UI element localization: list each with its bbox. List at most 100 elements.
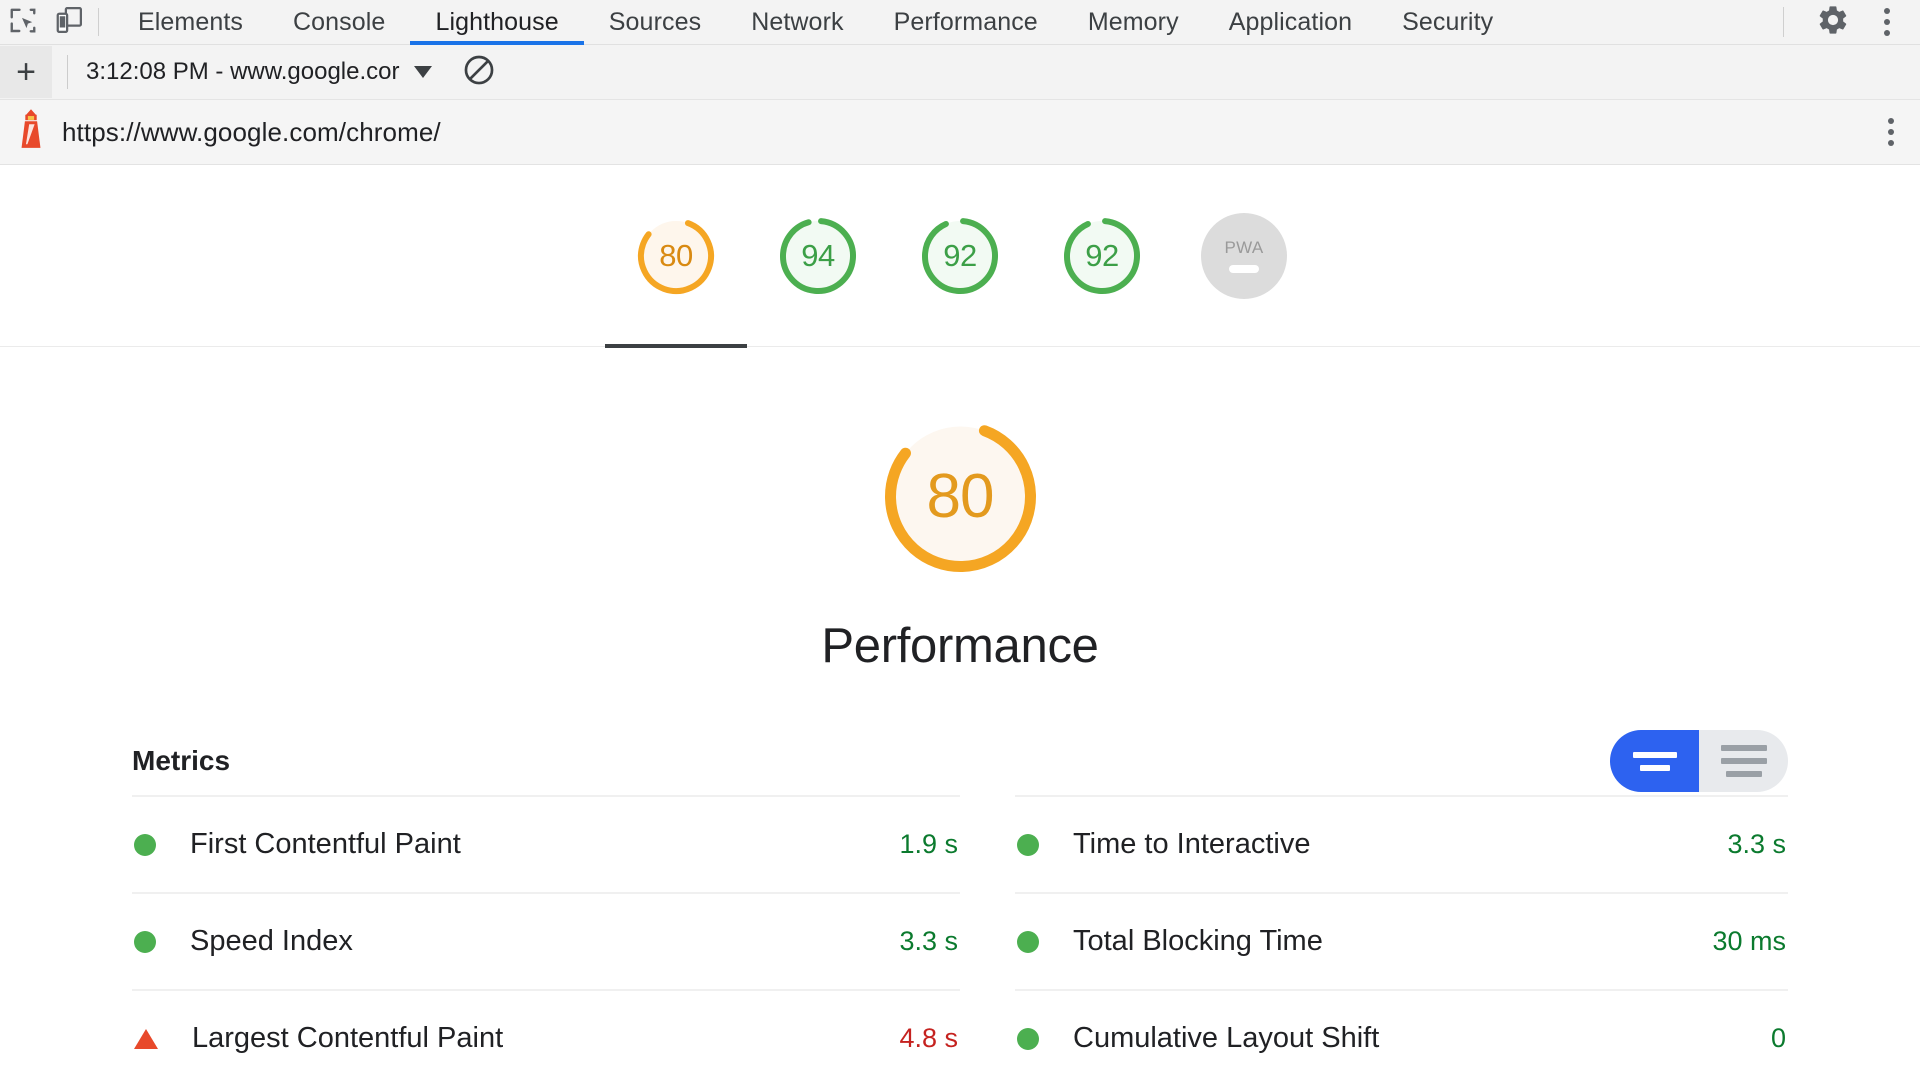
metrics-heading: Metrics — [132, 745, 231, 776]
gauge-nav-seo[interactable]: 92 — [1031, 165, 1173, 347]
tab-memory[interactable]: Memory — [1063, 0, 1204, 45]
gauge-score: 94 — [801, 237, 835, 273]
status-pass-icon — [1017, 930, 1039, 953]
gauge-score: 92 — [1085, 237, 1119, 273]
pwa-null-dash-icon — [1229, 265, 1259, 273]
run-bar-divider — [67, 55, 68, 89]
toggle-bar — [1725, 771, 1762, 777]
more-vertical-icon — [1884, 8, 1890, 36]
metric-row[interactable]: Speed Index 3.3 s — [132, 892, 960, 989]
clear-report-icon — [462, 53, 496, 92]
metric-name: Time to Interactive — [1073, 828, 1311, 860]
tab-network[interactable]: Network — [726, 0, 868, 45]
new-audit-button[interactable]: + — [0, 46, 52, 98]
pwa-gauge: PWA — [1201, 212, 1287, 299]
pwa-label: PWA — [1224, 238, 1264, 257]
metric-value: 4.8 s — [899, 1023, 958, 1053]
metrics-grid: First Contentful Paint 1.9 s Speed Index… — [132, 795, 1788, 1080]
metric-name: First Contentful Paint — [190, 828, 461, 860]
report-selector-label: 3:12:08 PM - www.google.cor — [86, 58, 400, 85]
lighthouse-logo-icon — [15, 108, 47, 157]
tab-elements[interactable]: Elements — [113, 0, 268, 45]
inspect-element-button[interactable] — [0, 0, 46, 44]
tab-label: Network — [751, 7, 844, 36]
mini-gauge: 94 — [775, 213, 861, 299]
toolbar-divider — [1783, 7, 1784, 37]
toolbar-right-group — [1761, 0, 1920, 45]
tab-console[interactable]: Console — [268, 0, 410, 45]
metric-value: 0 — [1770, 1023, 1786, 1053]
metric-name: Largest Contentful Paint — [192, 1022, 504, 1054]
plus-icon: + — [16, 53, 36, 91]
tab-label: Lighthouse — [435, 7, 559, 36]
gauge-nav-best-practices[interactable]: 92 — [889, 165, 1031, 347]
tab-label: Sources — [608, 7, 702, 36]
metric-value: 30 ms — [1712, 926, 1786, 956]
toolbar-divider — [98, 8, 99, 36]
report-menu-button[interactable] — [1888, 118, 1894, 146]
tab-lighthouse[interactable]: Lighthouse — [410, 0, 585, 45]
metric-value: 3.3 s — [1727, 829, 1786, 859]
performance-score-gauge: 80 — [873, 409, 1048, 584]
tab-label: Elements — [138, 7, 244, 36]
toggle-bar — [1632, 751, 1677, 758]
metric-row[interactable]: Total Blocking Time 30 ms — [1015, 892, 1788, 989]
metrics-column-left: First Contentful Paint 1.9 s Speed Index… — [132, 795, 960, 1080]
mini-gauge: 92 — [917, 213, 1003, 299]
device-toolbar-icon — [54, 5, 84, 40]
toggle-device-toolbar-button[interactable] — [46, 0, 92, 44]
metric-name: Total Blocking Time — [1073, 925, 1323, 957]
gauge-score: 92 — [943, 237, 977, 273]
gauge-nav-performance[interactable]: 80 — [605, 165, 747, 348]
metrics-header: Metrics — [132, 730, 1788, 792]
gear-icon — [1816, 3, 1850, 42]
settings-button[interactable] — [1806, 3, 1860, 42]
tab-performance[interactable]: Performance — [869, 0, 1063, 45]
tab-sources[interactable]: Sources — [584, 0, 726, 45]
metric-value: 3.3 s — [899, 926, 958, 956]
metric-row[interactable]: Cumulative Layout Shift 0 — [1015, 989, 1788, 1080]
toggle-bar — [1720, 758, 1767, 764]
metric-name: Speed Index — [190, 925, 353, 957]
lighthouse-report: 80 94 92 92 PWA 80 Performance Metrics F… — [0, 165, 1920, 1080]
metric-row[interactable]: Time to Interactive 3.3 s — [1015, 795, 1788, 892]
tab-label: Console — [293, 7, 386, 36]
toggle-bar — [1720, 745, 1767, 751]
chevron-down-icon — [413, 66, 432, 78]
status-pass-icon — [134, 930, 156, 953]
toggle-expanded-view-button[interactable] — [1699, 730, 1788, 792]
status-pass-icon — [1017, 833, 1039, 856]
metrics-section: Metrics First Contentful Paint 1.9 s Spe… — [0, 730, 1920, 1080]
more-options-button[interactable] — [1860, 8, 1914, 36]
lighthouse-logo-button — [0, 108, 62, 157]
metric-row[interactable]: First Contentful Paint 1.9 s — [132, 795, 960, 892]
inspect-element-icon — [8, 5, 38, 40]
mini-gauge: 80 — [633, 213, 719, 299]
metric-value: 1.9 s — [899, 829, 958, 859]
clear-reports-button[interactable] — [462, 53, 496, 92]
status-fail-icon — [134, 1028, 158, 1049]
status-pass-icon — [1017, 1027, 1039, 1050]
category-header: 80 Performance — [0, 347, 1920, 674]
gauge-nav-accessibility[interactable]: 94 — [747, 165, 889, 347]
tab-label: Performance — [893, 7, 1038, 36]
metrics-column-right: Time to Interactive 3.3 s Total Blocking… — [960, 795, 1788, 1080]
gauge-nav-pwa[interactable]: PWA — [1173, 165, 1315, 347]
mini-gauge: 92 — [1059, 213, 1145, 299]
report-url-bar: https://www.google.com/chrome/ — [0, 100, 1920, 165]
report-selector[interactable]: 3:12:08 PM - www.google.cor — [86, 58, 432, 86]
devtools-toolbar: Elements Console Lighthouse Sources Netw… — [0, 0, 1920, 45]
status-pass-icon — [134, 833, 156, 856]
page-title: Performance — [821, 619, 1099, 673]
tab-application[interactable]: Application — [1204, 0, 1377, 45]
toggle-compact-view-button[interactable] — [1610, 730, 1699, 792]
metric-row[interactable]: Largest Contentful Paint 4.8 s — [132, 989, 960, 1080]
metrics-view-toggle[interactable] — [1610, 730, 1788, 792]
category-gauge-strip: 80 94 92 92 PWA — [0, 165, 1920, 348]
gauge-score: 80 — [659, 237, 693, 273]
audited-url: https://www.google.com/chrome/ — [62, 116, 441, 147]
metric-name: Cumulative Layout Shift — [1073, 1022, 1380, 1054]
tab-security[interactable]: Security — [1377, 0, 1518, 45]
tab-label: Security — [1402, 7, 1494, 36]
lighthouse-run-bar: + 3:12:08 PM - www.google.cor — [0, 45, 1920, 100]
